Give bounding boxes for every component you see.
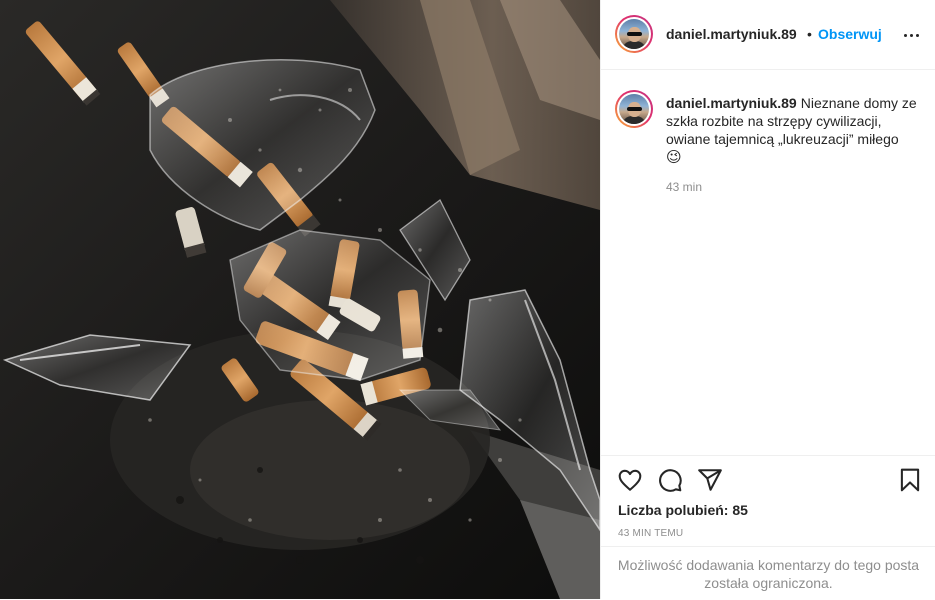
- avatar-shirt: [622, 41, 646, 49]
- post-actions: Liczba polubień: 85 43 MIN TEMU Możliwoś…: [601, 455, 935, 599]
- avatar-sunglasses: [627, 32, 642, 36]
- comments-restricted-notice: Możliwość dodawania komentarzy do tego p…: [601, 546, 935, 600]
- caption-avatar[interactable]: [615, 90, 653, 128]
- more-options-icon[interactable]: [899, 24, 923, 46]
- avatar-shirt: [622, 116, 646, 124]
- header-separator: •: [807, 26, 812, 42]
- profile-photo: [619, 19, 649, 49]
- likes-count[interactable]: Liczba polubień: 85: [618, 502, 748, 518]
- post-timestamp[interactable]: 43 MIN TEMU: [618, 528, 683, 539]
- wink-emoji: 😉: [666, 149, 682, 166]
- profile-photo: [619, 94, 649, 124]
- share-icon[interactable]: [697, 467, 723, 493]
- bookmark-icon[interactable]: [897, 467, 923, 493]
- post-caption: daniel.martyniuk.89 Nieznane domy ze szkł…: [666, 94, 918, 167]
- post-side-panel: daniel.martyniuk.89 • Obserwuj daniel.ma…: [600, 0, 935, 599]
- post-photo[interactable]: [0, 0, 600, 599]
- caption-username-link[interactable]: daniel.martyniuk.89: [666, 95, 797, 111]
- avatar[interactable]: [615, 15, 653, 53]
- header-username-link[interactable]: daniel.martyniuk.89: [666, 26, 797, 42]
- caption-timestamp[interactable]: 43 min: [666, 180, 702, 194]
- follow-button[interactable]: Obserwuj: [818, 26, 882, 42]
- comment-icon[interactable]: [657, 467, 683, 493]
- post-photo-art: [0, 0, 600, 599]
- more-dot: [915, 33, 919, 37]
- heart-icon[interactable]: [617, 467, 643, 493]
- more-dot: [903, 33, 907, 37]
- avatar-sunglasses: [627, 107, 642, 111]
- more-dot: [909, 33, 913, 37]
- post-header: daniel.martyniuk.89 • Obserwuj: [601, 0, 935, 70]
